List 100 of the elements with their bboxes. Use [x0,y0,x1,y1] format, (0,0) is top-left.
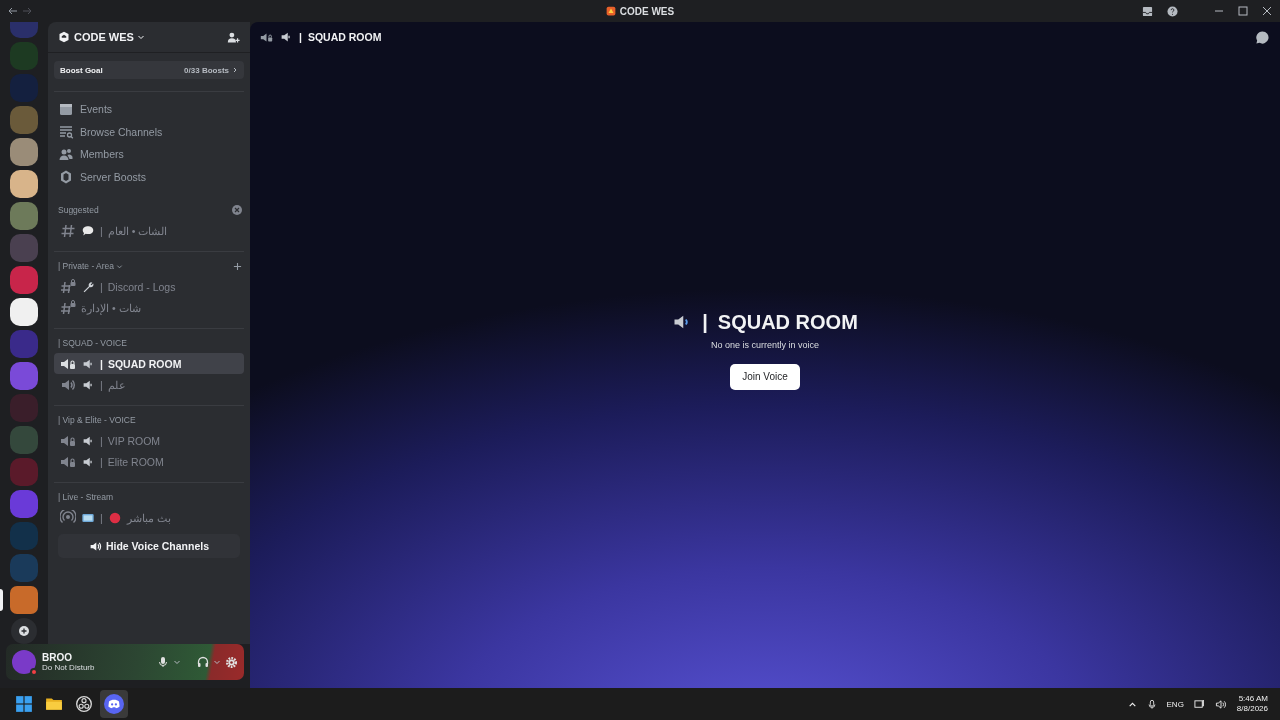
hash-lock-icon [60,278,76,295]
join-voice-button[interactable]: Join Voice [730,363,800,390]
channel-item[interactable]: | الشات • العام [54,220,244,241]
plus-circle-icon [19,626,29,636]
channel-name: SQUAD ROOM [107,357,182,370]
volume-icon[interactable] [1214,698,1227,710]
settings-icon[interactable] [225,655,238,669]
category-header[interactable]: | Private - Area [58,261,124,271]
hide-voice-channels-button[interactable]: Hide Voice Channels [58,534,240,558]
clock[interactable]: 5:46 AM 8/8/2026 [1236,693,1274,715]
hash-icon [60,222,76,239]
server-icon[interactable] [10,298,38,326]
channel-title: SQUAD ROOM [307,31,382,43]
boost-goal-bar[interactable]: Boost Goal 0/33 Boosts [54,61,244,79]
hash-lock-icon [60,299,76,316]
language-indicator[interactable]: ENG [1166,699,1184,709]
channel-name: الشات • العام [107,224,168,237]
taskbar-app[interactable] [100,690,128,718]
help-icon[interactable] [1167,5,1178,17]
microphone-icon[interactable] [157,656,169,668]
category-header[interactable]: | Live - Stream [58,492,114,502]
channel-item[interactable]: | Discord - Logs [54,276,244,297]
network-icon[interactable] [1193,698,1205,710]
separator-text: | [100,224,103,237]
channel-name: علم [107,378,126,391]
speaker-icon [279,30,293,44]
headphones-icon[interactable] [197,656,209,668]
server-icon[interactable] [10,170,38,198]
channel-name: Discord - Logs [107,280,176,293]
close-icon[interactable] [1262,6,1272,16]
channel-name: Elite ROOM [107,455,164,468]
dismiss-icon[interactable] [232,205,242,215]
channel-item[interactable]: | SQUAD ROOM [54,353,244,374]
user-avatar[interactable] [12,650,36,674]
separator-text: | [100,455,103,468]
server-logo-icon [605,6,616,16]
chevron-down-icon [116,262,124,270]
nav-item[interactable]: Events [54,98,244,121]
folder-icon [45,695,63,713]
nav-label: Events [80,103,113,116]
nav-label: Browse Channels [80,125,163,138]
selection-pill [0,589,3,611]
calendar-icon [58,101,74,118]
home-badge-icon [58,31,70,43]
wrench-icon [81,279,95,294]
inbox-icon[interactable] [1142,5,1153,17]
separator-text: | [299,31,302,43]
category-header[interactable]: Suggested [58,205,99,215]
channel-title: SQUAD ROOM [717,310,858,334]
channel-item[interactable]: شات • الإدارة [54,297,244,318]
boost-count: 0/33 Boosts [184,65,229,75]
separator-text: | [100,280,103,293]
nav-item[interactable]: Browse Channels [54,120,244,143]
microphone-icon[interactable] [1146,698,1157,710]
maximize-icon[interactable] [1238,6,1248,16]
chat-bubble-icon[interactable] [1255,29,1270,45]
server-name[interactable]: CODE WES [74,31,145,43]
broadcast-icon [60,509,76,526]
speaker-lock-icon [260,30,273,44]
chevron-right-icon [232,67,238,73]
boost-gem-icon [58,168,74,185]
chevron-up-icon[interactable] [1127,699,1137,709]
channel-item[interactable]: | Elite ROOM [54,451,244,472]
username: BROO [42,652,73,663]
dnd-status-dot [30,668,38,676]
boost-goal-label: Boost Goal [60,65,103,75]
user-status: Do Not Disturb [42,663,95,672]
discord-controller-icon [104,694,124,714]
obs-circle-icon [75,695,93,713]
nav-item[interactable]: Members [54,143,244,166]
channel-item[interactable]: | علم [54,374,244,395]
nav-label: Server Boosts [80,170,146,183]
add-channel-icon[interactable] [233,261,242,271]
empty-voice-message: No one is currently in voice [710,339,820,350]
list-search-icon [58,123,74,140]
nav-label: Members [80,148,124,161]
speech-bubble-icon [81,223,95,238]
invite-people-icon[interactable] [227,30,240,44]
channel-item[interactable]: | بث مباشر [54,507,244,528]
channel-name: شات • الإدارة [81,301,141,314]
category-header[interactable]: | Vip & Elite - VOICE [58,415,136,425]
nav-item[interactable]: Server Boosts [54,165,244,188]
members-icon [58,146,74,163]
channel-name: بث مباشر [126,511,171,524]
back-arrow-icon[interactable] [8,6,18,16]
add-server-button[interactable] [11,618,37,644]
chevron-down-icon [136,33,145,41]
channel-item[interactable]: | VIP ROOM [54,430,244,451]
date-text: 8/8/2026 [1236,704,1268,715]
windows-logo-icon [15,695,33,713]
time-text: 5:46 AM [1238,693,1268,704]
separator-text: | [100,378,103,391]
separator-text: | [100,511,103,524]
separator-text: | [100,434,103,447]
separator-text: | [702,310,708,334]
window-title: CODE WES [619,5,675,17]
channel-name: VIP ROOM [107,434,161,447]
category-header[interactable]: | SQUAD - VOICE [58,338,127,348]
record-dot-icon [107,510,122,525]
separator-text: | [100,357,103,370]
